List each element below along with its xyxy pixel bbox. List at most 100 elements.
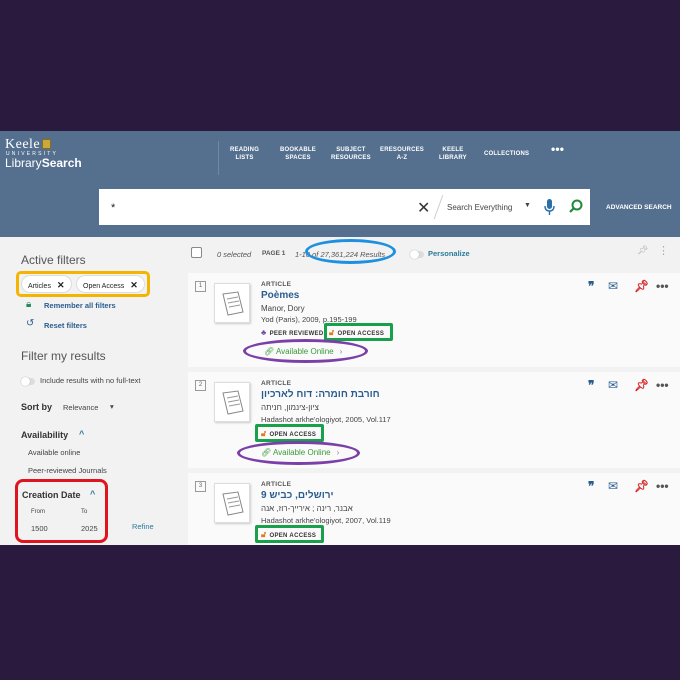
include-no-fulltext-label: Include results with no full-text	[40, 376, 141, 385]
search-band: * ✕ Search Everything ▼ ADVANCED SEARCH	[0, 183, 680, 237]
nav-label: SUBJECT	[336, 147, 366, 153]
search-divider	[433, 195, 444, 219]
chevron-down-icon[interactable]: ▼	[524, 202, 531, 209]
availability-peer-reviewed[interactable]: Peer-reviewed Journals	[28, 466, 107, 475]
result-author: Manor, Dory	[261, 304, 305, 313]
nav-collections[interactable]: COLLECTIONS	[484, 150, 529, 158]
pin-result-icon[interactable]: 📌︎	[634, 378, 649, 392]
highlight-red-box	[15, 479, 108, 543]
result-author: ציון-צינמון, חניתה	[261, 403, 319, 412]
nav-keele-library[interactable]: KEELE LIBRARY	[439, 146, 467, 162]
availability-available-online[interactable]: Available online	[28, 448, 80, 457]
result-item[interactable]: 2 ARTICLE חורבת חומרה: דוח לארכיון ציון-…	[188, 372, 680, 468]
selected-count: 0 selected	[217, 250, 252, 259]
top-navigation-bar: Keele UNIVERSITY LibrarySearch READING L…	[0, 131, 680, 183]
search-icon[interactable]	[569, 199, 583, 213]
page-indicator: PAGE 1	[262, 250, 286, 257]
result-number: 1	[195, 281, 206, 292]
clear-search-icon[interactable]: ✕	[417, 198, 430, 218]
highlight-green-box	[255, 424, 324, 442]
result-number: 2	[195, 380, 206, 391]
cite-icon[interactable]: ❞	[588, 378, 594, 392]
nav-subject-resources[interactable]: SUBJECT RESOURCES	[331, 146, 371, 162]
availability-heading[interactable]: Availability	[21, 430, 68, 440]
nav-label: ERESOURCES	[380, 147, 425, 153]
result-type: ARTICLE	[261, 481, 292, 488]
nav-bookable-spaces[interactable]: BOOKABLE SPACES	[280, 146, 316, 162]
nav-divider	[218, 141, 219, 175]
active-filters-heading: Active filters	[21, 253, 86, 267]
microphone-icon[interactable]	[544, 198, 555, 216]
logo-search: Search	[41, 156, 82, 170]
cite-icon[interactable]: ❞	[588, 279, 594, 293]
nav-eresources-az[interactable]: ERESOURCES A-Z	[380, 146, 424, 162]
result-actions: ❞ ✉ 📌︎ •••	[588, 479, 678, 493]
result-item[interactable]: 1 ARTICLE Poèmes Manor, Dory Yod (Paris)…	[188, 273, 680, 367]
nav-more-icon[interactable]: •••	[551, 143, 564, 155]
personalize-label[interactable]: Personalize	[428, 249, 470, 258]
chevron-down-icon[interactable]: ▾	[110, 402, 114, 411]
lock-icon: 🔒︎	[26, 299, 32, 310]
keele-logo[interactable]: Keele UNIVERSITY LibrarySearch	[5, 137, 82, 170]
more-actions-icon[interactable]: •••	[656, 378, 669, 392]
logo-keele: Keele	[5, 137, 41, 152]
select-all-checkbox[interactable]	[191, 247, 202, 258]
full-text-toggle[interactable]	[21, 377, 35, 386]
email-icon[interactable]: ✉	[608, 279, 618, 293]
library-search-screen: Keele UNIVERSITY LibrarySearch READING L…	[0, 131, 680, 545]
search-box[interactable]: * ✕ Search Everything ▼	[99, 189, 590, 225]
sort-by-label: Sort by	[21, 402, 53, 412]
reset-filters-link[interactable]: Reset filters	[44, 321, 87, 330]
pin-result-icon[interactable]: 📌︎	[634, 479, 649, 493]
sort-by-select[interactable]: Relevance	[63, 403, 98, 412]
advanced-search-link[interactable]: ADVANCED SEARCH	[606, 204, 672, 211]
nav-label: A-Z	[396, 155, 408, 161]
result-author: אבנר, רינה ; אירייך-רוז, אנה	[261, 504, 353, 513]
peer-reviewed-label: PEER REVIEWED	[269, 331, 324, 337]
result-type: ARTICLE	[261, 281, 292, 288]
cite-icon[interactable]: ❞	[588, 479, 594, 493]
filter-sidebar: Active filters Articles ✕ Open Access ✕ 🔒︎…	[0, 237, 185, 545]
nav-label: BOOKABLE	[280, 147, 316, 153]
crest-icon	[42, 139, 52, 149]
result-title[interactable]: חורבת חומרה: דוח לארכיון	[261, 389, 380, 400]
nav-label: COLLECTIONS	[484, 151, 530, 157]
email-icon[interactable]: ✉	[608, 378, 618, 392]
email-icon[interactable]: ✉	[608, 479, 618, 493]
result-actions: ❞ ✉ 📌︎ •••	[588, 279, 678, 293]
article-thumbnail-icon	[214, 483, 250, 523]
peer-reviewed-badge: ♣ PEER REVIEWED	[261, 328, 323, 337]
result-item[interactable]: 3 ARTICLE ירושלים, כביש 9 אבנר, רינה ; א…	[188, 473, 680, 545]
pin-result-icon[interactable]: 📌︎	[634, 279, 649, 293]
remember-all-filters-link[interactable]: Remember all filters	[44, 301, 116, 310]
nav-label: KEELE	[442, 147, 464, 153]
personalize-toggle[interactable]	[410, 250, 424, 259]
article-thumbnail-icon	[214, 283, 250, 323]
nav-label: READING	[230, 147, 260, 153]
search-scope-select[interactable]: Search Everything	[447, 203, 512, 212]
result-source: Hadashot arkhe'ologiyot, 2007, Vol.119	[261, 516, 391, 525]
pin-icon[interactable]: 📌︎	[637, 245, 648, 256]
more-actions-icon[interactable]: •••	[656, 279, 669, 293]
peer-reviewed-icon: ♣	[261, 328, 267, 337]
search-input[interactable]: *	[111, 202, 115, 214]
result-title[interactable]: ירושלים, כביש 9	[261, 490, 334, 501]
filter-results-heading: Filter my results	[21, 349, 106, 363]
reset-icon: ↺	[26, 318, 35, 329]
nav-label: SPACES	[285, 155, 311, 161]
highlight-blue-ellipse	[305, 239, 396, 264]
nav-label: LISTS	[235, 155, 254, 161]
highlight-green-box	[324, 323, 393, 341]
refine-button[interactable]: Refine	[132, 522, 154, 531]
chevron-up-icon[interactable]: ^	[79, 429, 84, 439]
result-number: 3	[195, 481, 206, 492]
nav-label: RESOURCES	[331, 155, 371, 161]
result-title[interactable]: Poèmes	[261, 290, 299, 301]
article-thumbnail-icon	[214, 382, 250, 422]
result-type: ARTICLE	[261, 380, 292, 387]
highlight-purple-ellipse	[243, 339, 368, 363]
more-options-icon[interactable]: ⋮	[658, 244, 669, 257]
nav-reading-lists[interactable]: READING LISTS	[230, 146, 259, 162]
results-toolbar: 0 selected PAGE 1 1-10 of 27,361,224 Res…	[185, 237, 680, 269]
more-actions-icon[interactable]: •••	[656, 479, 669, 493]
